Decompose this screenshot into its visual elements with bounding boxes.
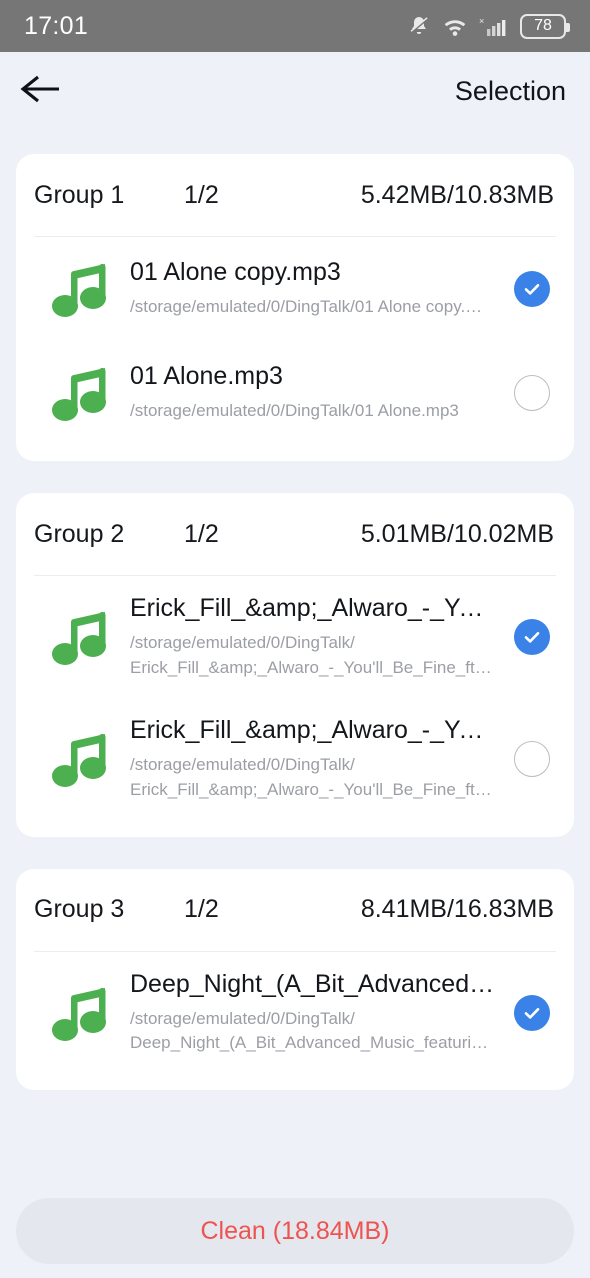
file-name: Deep_Night_(A_Bit_Advanced_… bbox=[130, 969, 496, 998]
checkbox-checked-icon bbox=[514, 994, 550, 1031]
file-path: /storage/emulated/0/DingTalk/Deep_Night_… bbox=[130, 1007, 496, 1056]
checkbox-unchecked-icon bbox=[514, 741, 550, 778]
file-path: /storage/emulated/0/DingTalk/Erick_Fill_… bbox=[130, 631, 496, 680]
group-card: Group 2 1/2 5.01MB/10.02MB Erick_Fill_&amp;… bbox=[16, 493, 574, 837]
status-bar: 17:01 × 78 bbox=[0, 0, 590, 52]
file-path: /storage/emulated/0/DingTalk/01 Alone co… bbox=[130, 295, 496, 320]
group-size: 5.42MB/10.83MB bbox=[360, 180, 554, 209]
music-note-icon bbox=[34, 255, 130, 323]
music-note-icon bbox=[34, 603, 130, 671]
battery-icon: 78 bbox=[520, 13, 570, 39]
file-path-line: Erick_Fill_&amp;_Alwaro_-_You'll_Be_Fine… bbox=[130, 657, 496, 677]
group-selected-count: 1/2 bbox=[184, 519, 219, 548]
music-note-icon bbox=[34, 725, 130, 793]
arrow-left-icon bbox=[18, 72, 64, 111]
file-path-line: /storage/emulated/0/DingTalk/01 Alone co… bbox=[130, 297, 496, 317]
file-path-line: /storage/emulated/0/DingTalk/ bbox=[130, 755, 355, 775]
checkbox-checked-icon bbox=[514, 271, 550, 307]
signal-bars-icon: × bbox=[479, 15, 509, 37]
bottom-action-bar: Clean (18.84MB) bbox=[0, 1184, 590, 1278]
file-name: Erick_Fill_&amp;_Alwaro_-_You… bbox=[130, 594, 496, 622]
music-note-icon bbox=[34, 979, 130, 1047]
status-time: 17:01 bbox=[24, 11, 89, 40]
file-info: Deep_Night_(A_Bit_Advanced_… /storage/emu… bbox=[130, 970, 508, 1056]
file-path-line: /storage/emulated/0/DingTalk/01 Alone.mp… bbox=[130, 401, 459, 421]
bell-muted-icon bbox=[407, 14, 431, 38]
status-icon-group: × 78 bbox=[407, 13, 570, 39]
file-select-checkbox[interactable] bbox=[508, 265, 556, 313]
file-info: 01 Alone copy.mp3/storage/emulated/0/Din… bbox=[130, 258, 508, 320]
file-row[interactable]: 01 Alone.mp3/storage/emulated/0/DingTalk… bbox=[16, 341, 574, 445]
file-name: Erick_Fill_&amp;_Alwaro_-_You… bbox=[130, 716, 496, 745]
app-screen: 17:01 × 78 Selection Group 1 1/2 5.42MB/… bbox=[0, 0, 590, 1278]
app-bar: Selection bbox=[0, 52, 590, 130]
group-header: Group 1 1/2 5.42MB/10.83MB bbox=[16, 154, 574, 236]
group-header: Group 3 1/2 8.41MB/16.83MB bbox=[16, 869, 574, 951]
file-path: /storage/emulated/0/DingTalk/Erick_Fill_… bbox=[130, 753, 496, 802]
file-info: Erick_Fill_&amp;_Alwaro_-_You… /storage/e… bbox=[130, 594, 508, 680]
file-path-line: /storage/emulated/0/DingTalk/ bbox=[130, 1008, 355, 1028]
file-path-line: Deep_Night_(A_Bit_Advanced_Music_featuri… bbox=[130, 1033, 496, 1053]
back-button[interactable] bbox=[18, 65, 74, 117]
file-path: /storage/emulated/0/DingTalk/01 Alone.mp… bbox=[130, 399, 496, 424]
group-size: 5.01MB/10.02MB bbox=[360, 519, 554, 548]
music-note-icon bbox=[34, 359, 130, 427]
group-selected-count: 1/2 bbox=[184, 180, 219, 209]
battery-level-label: 78 bbox=[534, 17, 552, 34]
file-info: 01 Alone.mp3/storage/emulated/0/DingTalk… bbox=[130, 362, 508, 424]
file-row[interactable]: Erick_Fill_&amp;_Alwaro_-_You… /storage/e… bbox=[16, 698, 574, 820]
file-path-line: /storage/emulated/0/DingTalk/ bbox=[130, 633, 355, 652]
group-name: Group 1 bbox=[34, 180, 125, 209]
checkbox-unchecked-icon bbox=[514, 375, 550, 411]
group-header: Group 2 1/2 5.01MB/10.02MB bbox=[16, 493, 574, 575]
group-size: 8.41MB/16.83MB bbox=[360, 895, 554, 924]
group-card: Group 1 1/2 5.42MB/10.83MB 01 Alone copy.mp… bbox=[16, 154, 574, 461]
group-card: Group 3 1/2 8.41MB/16.83MB Deep_Night_(A_Bi… bbox=[16, 868, 574, 1090]
file-path-line: Erick_Fill_&amp;_Alwaro_-_You'll_Be_Fine… bbox=[130, 779, 496, 799]
page-title: Selection bbox=[454, 75, 566, 106]
file-select-checkbox[interactable] bbox=[508, 369, 556, 417]
group-name: Group 2 bbox=[34, 519, 125, 548]
file-row[interactable]: 01 Alone copy.mp3/storage/emulated/0/Din… bbox=[16, 237, 574, 341]
file-select-checkbox[interactable] bbox=[508, 989, 556, 1037]
file-name: 01 Alone.mp3 bbox=[130, 362, 283, 391]
file-row[interactable]: Deep_Night_(A_Bit_Advanced_… /storage/emu… bbox=[16, 952, 574, 1074]
group-selected-count: 1/2 bbox=[184, 895, 219, 924]
file-name: 01 Alone copy.mp3 bbox=[130, 258, 341, 287]
svg-text:×: × bbox=[479, 16, 484, 26]
clean-button[interactable]: Clean (18.84MB) bbox=[16, 1198, 574, 1264]
file-info: Erick_Fill_&amp;_Alwaro_-_You… /storage/e… bbox=[130, 716, 508, 802]
file-select-checkbox[interactable] bbox=[508, 735, 556, 783]
group-name: Group 3 bbox=[34, 895, 125, 924]
wifi-icon bbox=[442, 15, 468, 37]
file-row[interactable]: Erick_Fill_&amp;_Alwaro_-_You… /storage/e… bbox=[16, 576, 574, 698]
file-select-checkbox[interactable] bbox=[508, 613, 556, 661]
checkbox-checked-icon bbox=[514, 619, 550, 656]
duplicate-groups-list[interactable]: Group 1 1/2 5.42MB/10.83MB 01 Alone copy.mp… bbox=[0, 130, 590, 1278]
